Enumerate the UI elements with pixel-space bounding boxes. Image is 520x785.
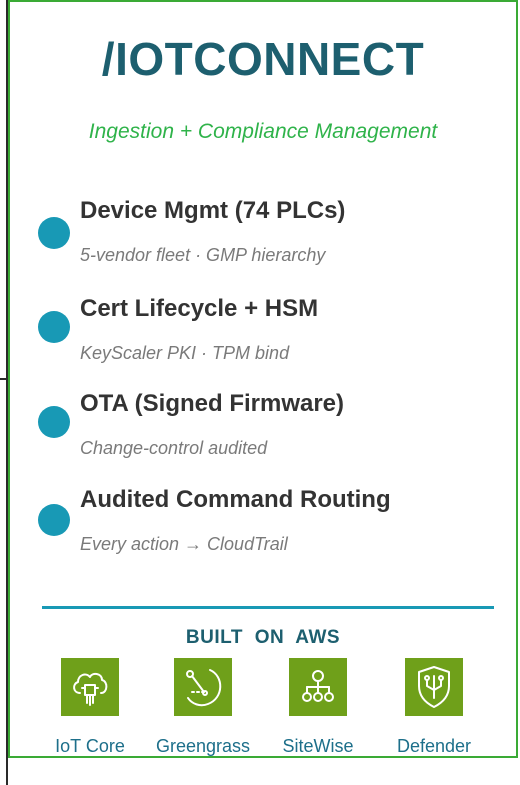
feature-device-mgmt: Device Mgmt (74 PLCs) 5-vendor fleet · G… xyxy=(10,197,510,277)
feature-command-routing: Audited Command Routing Every action → C… xyxy=(10,486,510,566)
aws-heading: BUILT ON AWS xyxy=(185,627,341,648)
hierarchy-icon xyxy=(302,670,334,702)
feature-sub: Change-control audited xyxy=(80,438,268,458)
card-title: /IOTCONNECT xyxy=(101,33,425,85)
card-subtitle: Ingestion + Compliance Management xyxy=(88,120,438,143)
defender-tile xyxy=(405,658,463,716)
feature-ota: OTA (Signed Firmware) Change-control aud… xyxy=(10,390,510,470)
bullet-dot xyxy=(38,504,70,536)
feature-label: Device Mgmt (74 PLCs) xyxy=(80,197,346,224)
feature-sub: KeyScaler PKI · TPM bind xyxy=(80,343,290,363)
greengrass-tile xyxy=(174,658,232,716)
bullet-dot xyxy=(38,311,70,343)
connector-stub xyxy=(0,378,6,380)
feature-label: Cert Lifecycle + HSM xyxy=(80,295,319,322)
bullet-dot xyxy=(38,406,70,438)
section-divider xyxy=(42,606,494,609)
cloud-chip-icon xyxy=(73,672,108,706)
shield-circuit-icon xyxy=(418,666,450,708)
bullet-dot xyxy=(38,217,70,249)
greengrass-icon xyxy=(186,669,222,707)
feature-sub: 5-vendor fleet · GMP hierarchy xyxy=(80,245,326,265)
sitewise-tile xyxy=(289,658,347,716)
feature-label: OTA (Signed Firmware) xyxy=(80,390,345,417)
feature-cert-lifecycle: Cert Lifecycle + HSM KeyScaler PKI · TPM… xyxy=(10,295,510,375)
feature-label: Audited Command Routing xyxy=(80,486,391,513)
service-label-defender: Defender xyxy=(396,736,472,756)
feature-sub: Every action → CloudTrail xyxy=(80,534,288,554)
iot-core-tile xyxy=(61,658,119,716)
iotconnect-card: /IOTCONNECT Ingestion + Compliance Manag… xyxy=(8,0,518,758)
